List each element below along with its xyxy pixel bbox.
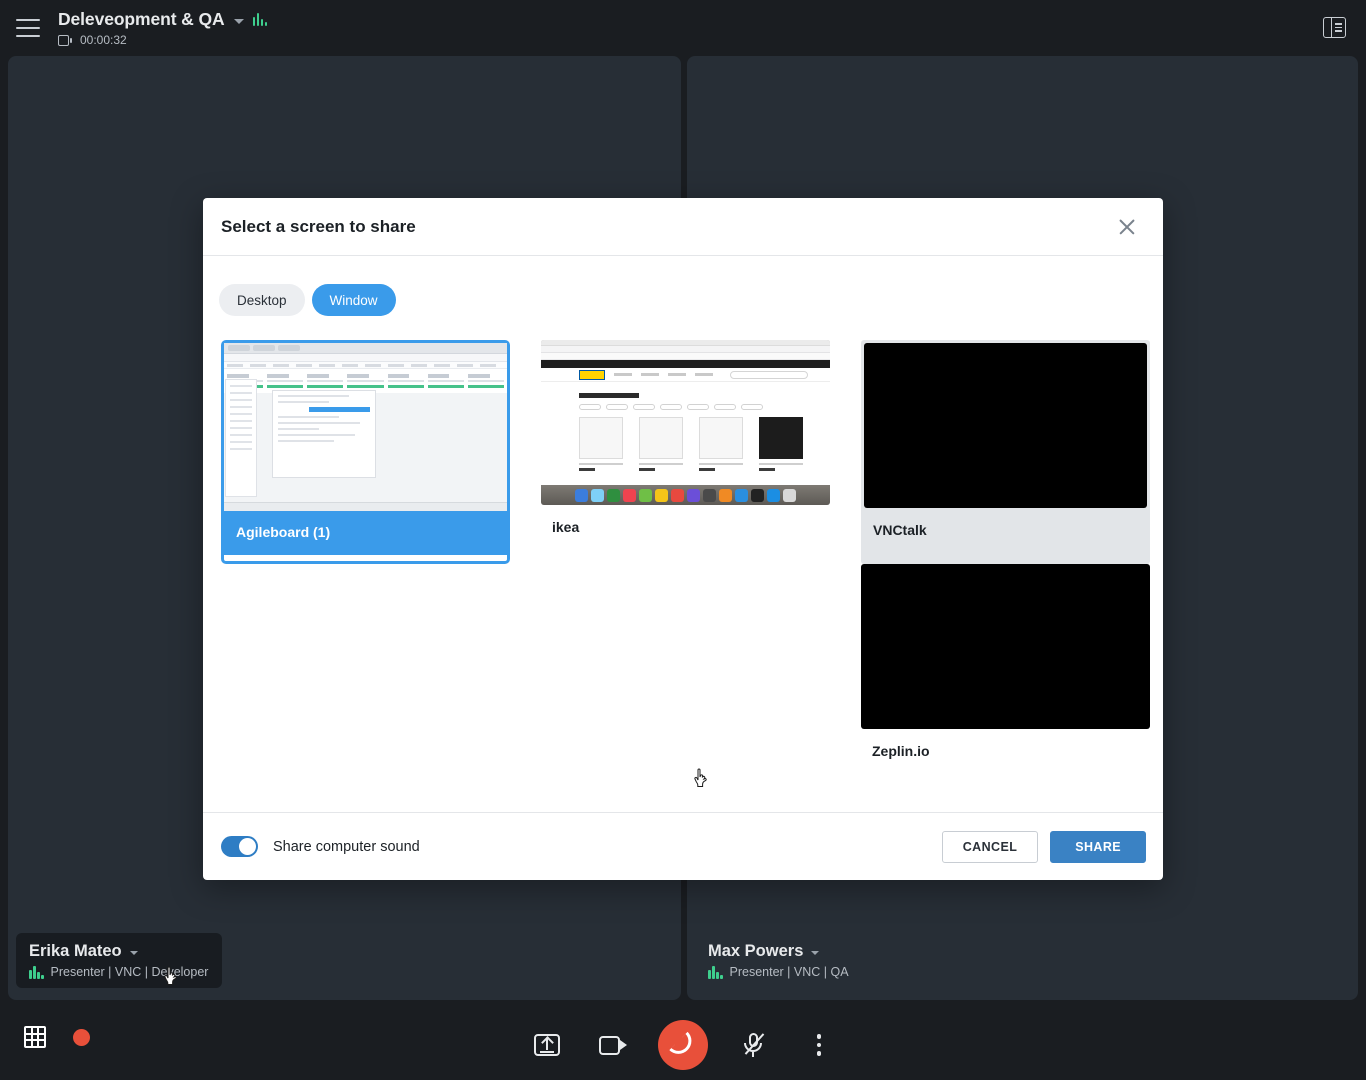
source-grid: Agileboard (1) ikea VNCtalk Zeplin.io: [219, 340, 1150, 775]
close-icon[interactable]: [1113, 213, 1141, 241]
share-button[interactable]: SHARE: [1050, 830, 1146, 863]
source-preview-vnctalk: [864, 343, 1147, 508]
source-preview-agileboard: [224, 343, 507, 511]
source-label: ikea: [552, 519, 580, 535]
source-item-agileboard[interactable]: Agileboard (1): [221, 340, 510, 564]
source-label: Zeplin.io: [872, 743, 930, 759]
dialog-title: Select a screen to share: [221, 216, 416, 236]
modal-overlay: Select a screen to share Desktop Window: [0, 0, 1366, 1080]
source-item-zeplin[interactable]: Zeplin.io: [861, 564, 1150, 775]
source-preview-ikea: [541, 340, 830, 505]
dialog-body: Desktop Window Agileboard (1) ikea VNCta…: [203, 256, 1163, 812]
source-type-tabs: Desktop Window: [219, 284, 1147, 316]
screen-share-dialog: Select a screen to share Desktop Window: [203, 198, 1163, 880]
cancel-button[interactable]: CANCEL: [941, 830, 1039, 863]
share-sound-row: Share computer sound: [221, 836, 420, 857]
source-item-vnctalk[interactable]: VNCtalk: [861, 340, 1150, 564]
share-computer-sound-label: Share computer sound: [273, 838, 420, 855]
source-item-ikea[interactable]: ikea: [541, 340, 830, 564]
dialog-footer: Share computer sound CANCEL SHARE: [203, 812, 1163, 880]
tab-desktop[interactable]: Desktop: [219, 284, 305, 316]
source-label: Agileboard (1): [224, 511, 507, 555]
dialog-header: Select a screen to share: [203, 198, 1163, 256]
source-preview-zeplin: [861, 564, 1150, 729]
share-computer-sound-toggle[interactable]: [221, 836, 258, 857]
tab-window[interactable]: Window: [311, 284, 396, 316]
source-label: VNCtalk: [873, 522, 927, 538]
